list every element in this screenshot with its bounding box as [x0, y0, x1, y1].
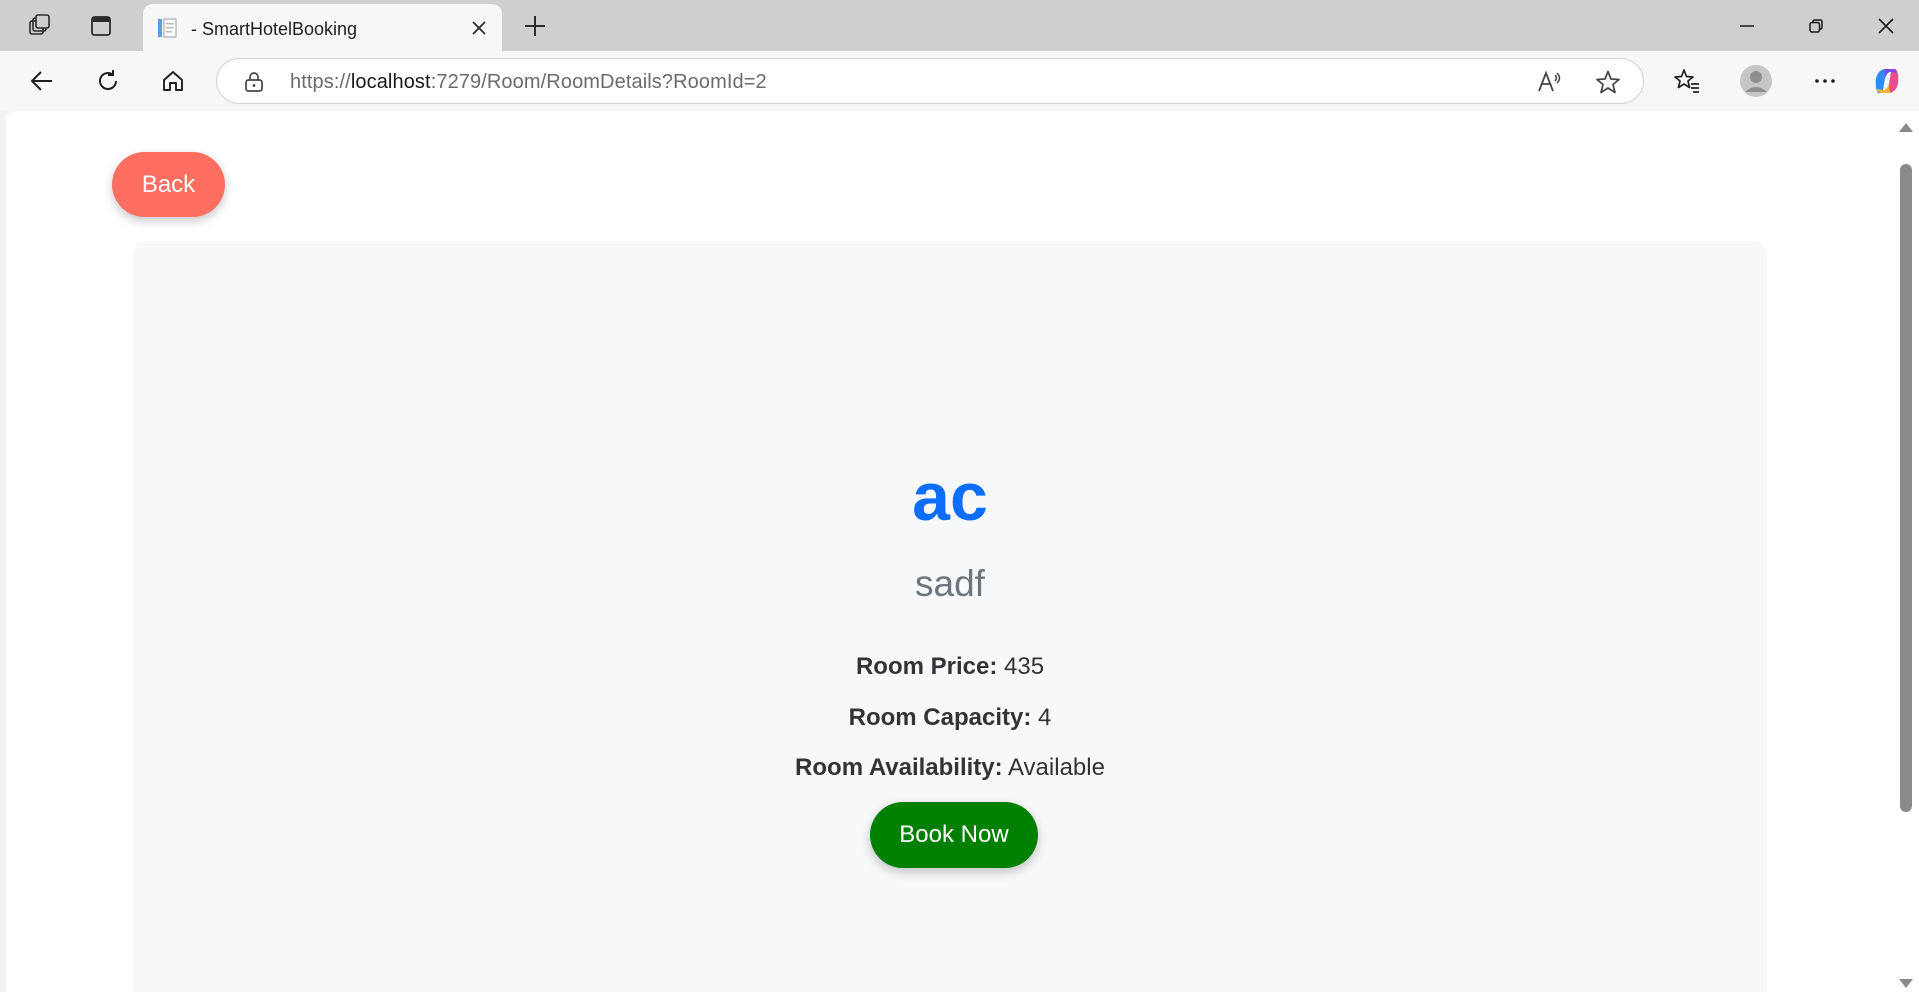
room-availability-label: Room Availability:	[795, 754, 1003, 781]
workspaces-icon[interactable]	[22, 9, 56, 43]
room-description: sadf	[915, 563, 985, 604]
new-tab-icon[interactable]	[518, 9, 552, 43]
room-capacity-value: 4	[1038, 704, 1052, 731]
close-window-icon[interactable]	[1853, 0, 1919, 51]
room-price-value: 435	[1004, 653, 1045, 680]
url-path: :7279/Room/RoomDetails?RoomId=2	[430, 71, 767, 93]
scroll-up-arrow-icon[interactable]	[1899, 123, 1913, 132]
back-button[interactable]: Back	[112, 152, 225, 217]
url-text[interactable]: https://localhost:7279/Room/RoomDetails?…	[290, 71, 767, 94]
room-capacity-line: Room Capacity: 4	[133, 704, 1767, 732]
refresh-icon[interactable]	[87, 60, 129, 102]
room-availability-value: Available	[1007, 754, 1105, 781]
book-now-button[interactable]: Book Now	[870, 802, 1038, 868]
more-icon[interactable]	[1804, 60, 1846, 102]
favorite-star-icon[interactable]	[1593, 67, 1623, 97]
profile-avatar-icon[interactable]	[1735, 60, 1777, 102]
room-capacity-label: Room Capacity:	[848, 704, 1032, 731]
room-price-label: Room Price:	[855, 653, 998, 680]
read-aloud-icon[interactable]	[1534, 67, 1564, 97]
favicon-icon	[156, 16, 178, 40]
browser-toolbar: https://localhost:7279/Room/RoomDetails?…	[0, 51, 1919, 110]
home-icon[interactable]	[152, 60, 194, 102]
vertical-scrollbar[interactable]	[1893, 111, 1919, 992]
tab-actions-icon[interactable]	[84, 9, 118, 43]
close-tab-icon[interactable]	[466, 15, 492, 41]
back-icon[interactable]	[21, 60, 63, 102]
active-tab[interactable]: - SmartHotelBooking	[143, 4, 502, 51]
scroll-down-arrow-icon[interactable]	[1899, 979, 1913, 988]
address-bar[interactable]: https://localhost:7279/Room/RoomDetails?…	[216, 58, 1644, 104]
url-host: localhost	[350, 71, 431, 93]
copilot-icon[interactable]	[1866, 60, 1908, 102]
room-price-line: Room Price: 435	[133, 653, 1767, 681]
minimize-icon[interactable]	[1714, 0, 1780, 51]
page-viewport: Back ac sadf Room Price: 435 Room Capaci…	[6, 111, 1899, 992]
favorites-icon[interactable]	[1666, 60, 1708, 102]
url-scheme: https://	[290, 71, 351, 93]
room-details-card: ac sadf Room Price: 435 Room Capacity: 4…	[133, 241, 1767, 992]
room-name: ac	[912, 459, 988, 535]
scrollbar-thumb[interactable]	[1900, 164, 1912, 812]
room-availability-line: Room Availability: Available	[133, 754, 1767, 782]
tab-title: - SmartHotelBooking	[191, 19, 358, 39]
restore-icon[interactable]	[1783, 0, 1849, 51]
tab-strip: - SmartHotelBooking	[0, 0, 1919, 51]
lock-icon[interactable]	[243, 71, 265, 93]
